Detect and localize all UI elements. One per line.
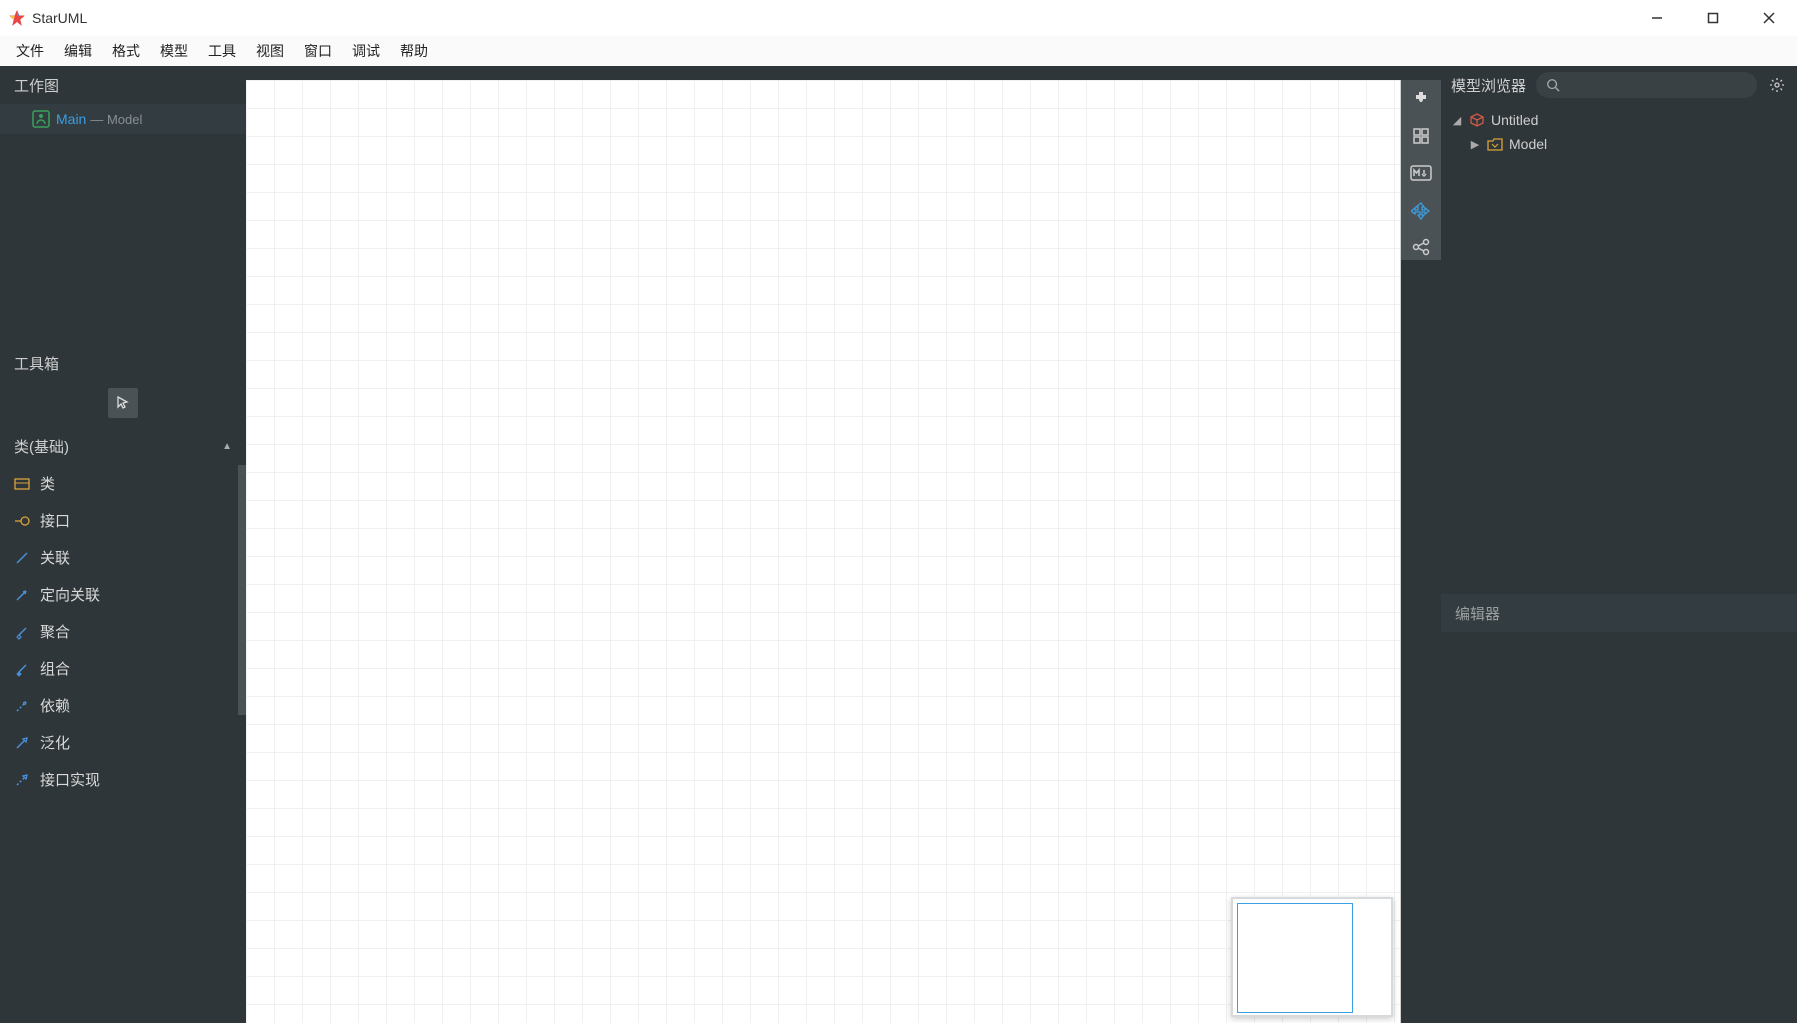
model-explorer-header: 模型浏览器 (1441, 66, 1797, 104)
working-diagrams-title: 工作图 (0, 66, 246, 104)
share-icon[interactable] (1407, 233, 1435, 260)
toolbox-item-aggregation[interactable]: 聚合 (0, 613, 246, 650)
app-icon (8, 9, 26, 27)
editor-panel: 编辑器 (1441, 594, 1797, 632)
menu-edit[interactable]: 编辑 (54, 37, 102, 65)
toolbox-item-dependency[interactable]: 依赖 (0, 687, 246, 724)
explorer-search-input[interactable] (1560, 78, 1747, 93)
explorer-settings-button[interactable] (1767, 75, 1787, 95)
toolbox-item-interface[interactable]: 接口 (0, 502, 246, 539)
directed-association-icon (14, 587, 30, 603)
working-diagram-name: Main (56, 111, 86, 127)
toolbox-item-composition[interactable]: 组合 (0, 650, 246, 687)
navigator-icon[interactable] (1407, 196, 1435, 223)
diagram-canvas[interactable] (246, 80, 1401, 1023)
toolbox-item-class[interactable]: 类 (0, 465, 246, 502)
menu-file[interactable]: 文件 (6, 37, 54, 65)
toolbox-item-association[interactable]: 关联 (0, 539, 246, 576)
generalization-icon (14, 735, 30, 751)
menu-view[interactable]: 视图 (246, 37, 294, 65)
canvas-side-toolbar (1401, 80, 1441, 260)
toolbox-item-directed-association[interactable]: 定向关联 (0, 576, 246, 613)
menu-model[interactable]: 模型 (150, 37, 198, 65)
model-explorer-tree: ◢ Untitled ▶ Model (1441, 104, 1797, 364)
close-button[interactable] (1741, 0, 1797, 36)
markdown-icon[interactable] (1407, 160, 1435, 187)
interface-realization-icon (14, 772, 30, 788)
search-icon (1546, 78, 1560, 92)
toolbox-group-label: 类(基础) (14, 436, 69, 457)
extension-icon[interactable] (1407, 86, 1435, 113)
working-diagram-item[interactable]: Main — Model (0, 104, 246, 134)
dependency-icon (14, 698, 30, 714)
editor-title: 编辑器 (1441, 594, 1797, 632)
class-diagram-icon (32, 110, 50, 128)
composition-icon (14, 661, 30, 677)
class-icon (14, 476, 30, 492)
menu-tools[interactable]: 工具 (198, 37, 246, 65)
menu-format[interactable]: 格式 (102, 37, 150, 65)
interface-icon (14, 513, 30, 529)
explorer-search[interactable] (1536, 72, 1757, 98)
model-icon (1487, 137, 1503, 151)
selection-tool-button[interactable] (108, 388, 138, 418)
maximize-button[interactable] (1685, 0, 1741, 36)
working-diagram-path: — Model (90, 112, 142, 127)
working-diagrams-panel: 工作图 Main — Model (0, 66, 246, 344)
minimap-viewport[interactable] (1237, 903, 1353, 1013)
toolbox-item-interface-realization[interactable]: 接口实现 (0, 761, 246, 798)
grid-icon[interactable] (1407, 123, 1435, 150)
collapse-icon[interactable]: ◢ (1451, 114, 1463, 127)
minimap[interactable] (1231, 897, 1393, 1017)
toolbox-panel: 工具箱 类(基础) ▲ 类 (0, 344, 246, 1023)
collapse-up-icon: ▲ (222, 441, 232, 452)
toolbox-list: 类 接口 关联 定向关联 (0, 465, 246, 1023)
toolbox-group-header[interactable]: 类(基础) ▲ (0, 428, 246, 465)
app-title: StarUML (32, 10, 87, 26)
model-explorer-title: 模型浏览器 (1451, 75, 1526, 96)
toolbox-item-generalization[interactable]: 泛化 (0, 724, 246, 761)
tree-node-model[interactable]: ▶ Model (1451, 132, 1787, 156)
title-bar: StarUML (0, 0, 1797, 36)
scrollbar-thumb[interactable] (238, 465, 246, 715)
project-icon (1469, 112, 1485, 128)
menu-bar: 文件 编辑 格式 模型 工具 视图 窗口 调试 帮助 (0, 36, 1797, 66)
left-sidebar: 工作图 Main — Model 工具箱 类( (0, 66, 246, 1023)
tree-node-project[interactable]: ◢ Untitled (1451, 108, 1787, 132)
menu-help[interactable]: 帮助 (390, 37, 438, 65)
expand-icon[interactable]: ▶ (1469, 138, 1481, 151)
window-controls (1629, 0, 1797, 36)
tree-node-label: Model (1509, 136, 1547, 152)
menu-window[interactable]: 窗口 (294, 37, 342, 65)
aggregation-icon (14, 624, 30, 640)
menu-debug[interactable]: 调试 (342, 37, 390, 65)
right-sidebar: 模型浏览器 ◢ Untitled ▶ (1441, 66, 1797, 1023)
canvas-area (246, 66, 1441, 1023)
tree-node-label: Untitled (1491, 112, 1538, 128)
association-icon (14, 550, 30, 566)
toolbox-title: 工具箱 (0, 344, 246, 382)
minimize-button[interactable] (1629, 0, 1685, 36)
